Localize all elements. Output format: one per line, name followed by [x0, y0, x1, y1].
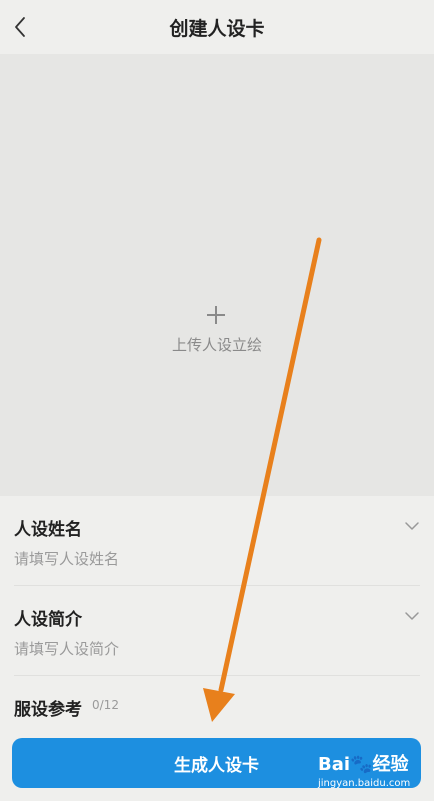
intro-field: 人设简介	[14, 586, 420, 676]
generate-card-button[interactable]: 生成人设卡	[12, 738, 421, 788]
intro-input[interactable]	[14, 636, 384, 662]
chevron-down-icon[interactable]	[404, 518, 420, 534]
upload-label: 上传人设立绘	[171, 336, 262, 354]
header: 创建人设卡	[0, 0, 434, 54]
costume-ref-counter: 0/12	[92, 698, 119, 712]
name-field: 人设姓名	[14, 496, 420, 586]
intro-field-label: 人设简介	[14, 610, 82, 630]
page-title: 创建人设卡	[169, 18, 265, 40]
create-persona-card-page: 创建人设卡 上传人设立绘 人设姓名 人设简介 服设参考 0/12	[0, 0, 434, 801]
name-input[interactable]	[14, 546, 384, 572]
chevron-down-icon[interactable]	[404, 608, 420, 624]
plus-icon	[207, 306, 225, 324]
upload-illustration-area[interactable]: 上传人设立绘	[0, 54, 434, 496]
name-field-label: 人设姓名	[14, 520, 82, 540]
persona-form: 人设姓名 人设简介 服设参考 0/12	[0, 496, 434, 736]
bottom-action-bar: 生成人设卡	[0, 722, 434, 801]
costume-ref-label: 服设参考	[14, 700, 82, 720]
